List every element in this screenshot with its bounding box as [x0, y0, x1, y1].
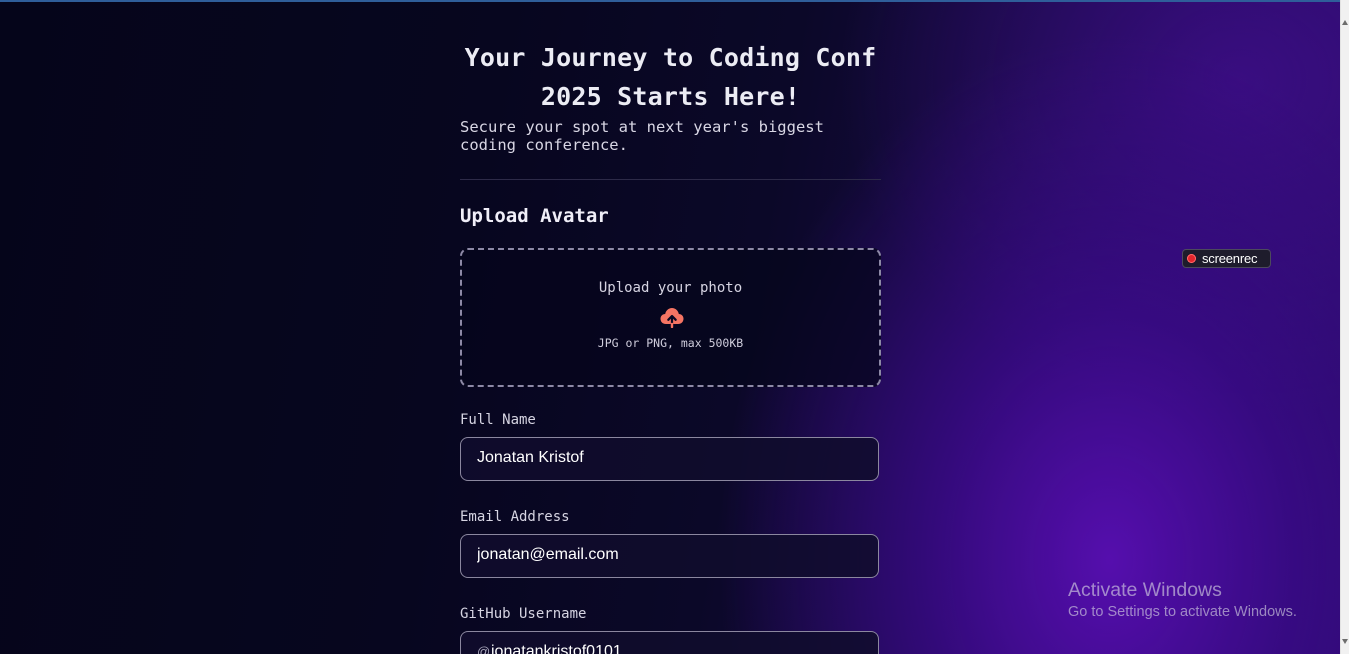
record-dot-icon	[1187, 254, 1196, 263]
divider	[460, 179, 881, 180]
activate-windows-watermark: Activate Windows Go to Settings to activ…	[1068, 579, 1297, 622]
full-name-input[interactable]	[477, 438, 862, 478]
full-name-label: Full Name	[460, 412, 536, 428]
upload-hint: JPG or PNG, max 500KB	[597, 336, 744, 350]
activate-windows-subtitle: Go to Settings to activate Windows.	[1068, 604, 1297, 620]
upload-avatar-heading: Upload Avatar	[460, 205, 609, 227]
window-top-border	[0, 0, 1349, 2]
cloud-upload-icon	[660, 308, 684, 328]
page-title: Your Journey to Coding Conf 2025 Starts …	[464, 43, 877, 111]
scroll-up-arrow-icon[interactable]	[1342, 20, 1348, 25]
page-subtitle: Secure your spot at next year's biggest …	[460, 118, 824, 154]
scroll-down-arrow-icon[interactable]	[1342, 639, 1348, 644]
activate-windows-title: Activate Windows	[1068, 579, 1222, 601]
full-name-field-wrapper	[460, 437, 879, 481]
vertical-scrollbar[interactable]	[1340, 0, 1349, 654]
github-username-input[interactable]	[491, 632, 861, 654]
avatar-dropzone[interactable]: Upload your photo JPG or PNG, max 500KB	[460, 248, 881, 387]
github-label: GitHub Username	[460, 606, 587, 622]
upload-prompt: Upload your photo	[598, 280, 743, 296]
email-label: Email Address	[460, 509, 570, 525]
at-prefix: @	[477, 644, 491, 654]
ticket-form: Your Journey to Coding Conf 2025 Starts …	[460, 38, 881, 654]
github-field-wrapper: @	[460, 631, 879, 654]
screenrec-label: screenrec	[1202, 251, 1258, 266]
email-field-wrapper	[460, 534, 879, 578]
email-input[interactable]	[477, 535, 862, 575]
screenrec-badge[interactable]: screenrec	[1182, 249, 1271, 268]
